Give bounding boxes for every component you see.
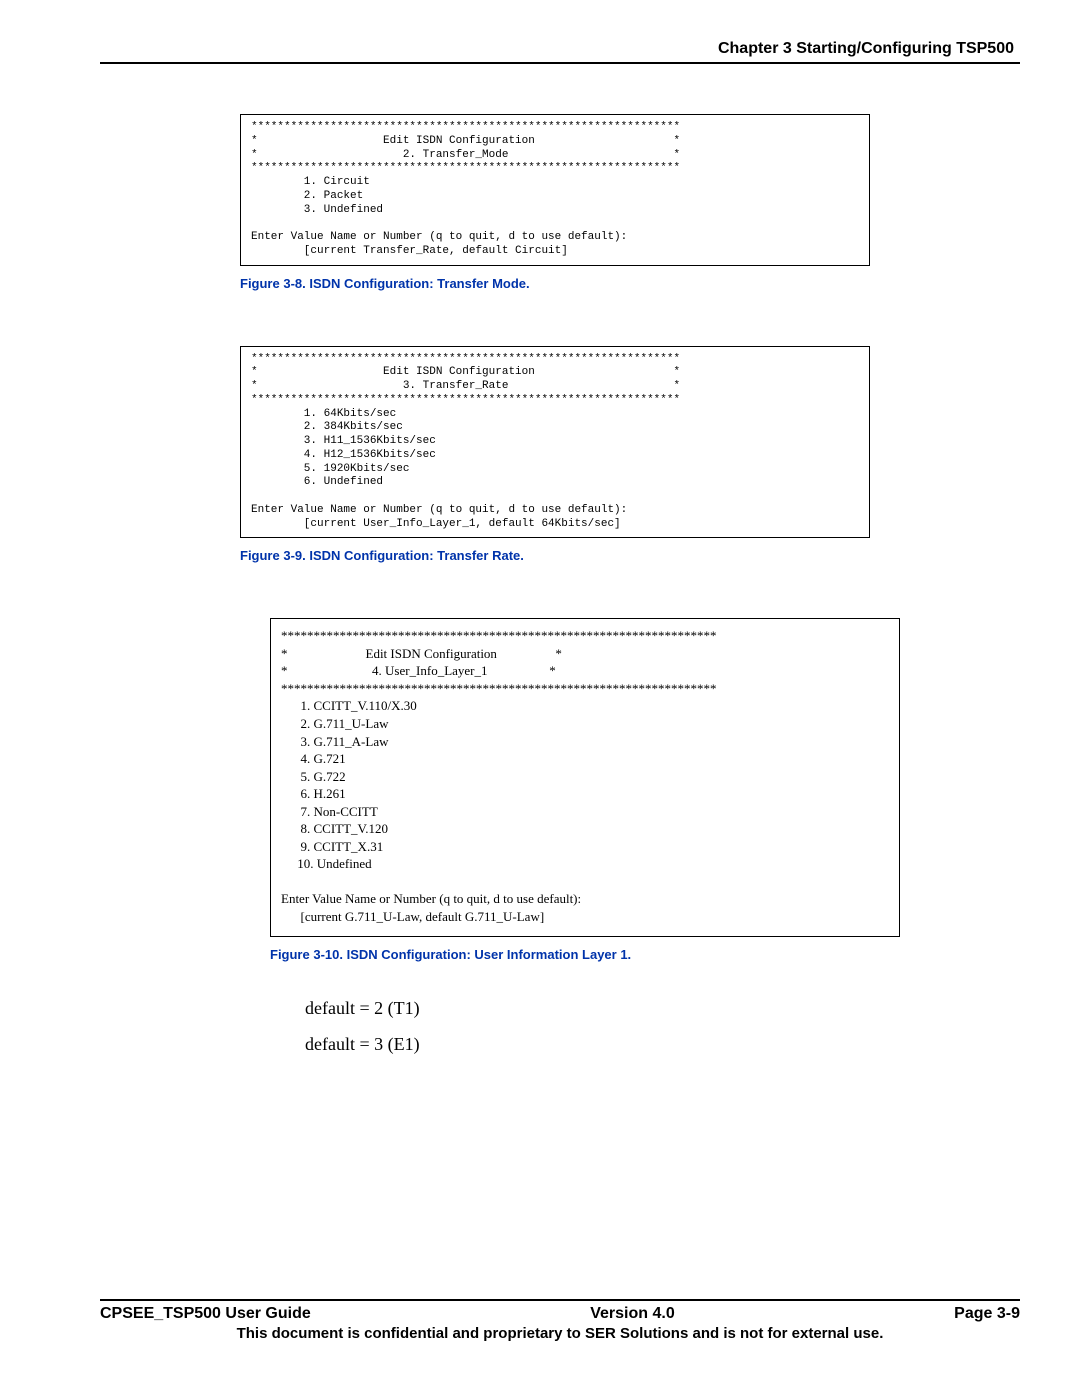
footer-confidential: This document is confidential and propri… — [100, 1325, 1020, 1342]
header-rule — [100, 62, 1020, 64]
figure-3-9: ****************************************… — [240, 346, 870, 564]
default-e1: default = 3 (E1) — [305, 1026, 1020, 1062]
chapter-header: Chapter 3 Starting/Configuring TSP500 — [100, 40, 1020, 58]
footer-version: Version 4.0 — [590, 1305, 675, 1323]
caption-figure-3-10: Figure 3-10. ISDN Configuration: User In… — [270, 947, 1020, 962]
figure-3-8: ****************************************… — [240, 114, 870, 291]
footer-page-number: Page 3-9 — [954, 1305, 1020, 1323]
console-user-info-layer: ****************************************… — [270, 618, 900, 936]
default-t1: default = 2 (T1) — [305, 990, 1020, 1026]
footer-rule — [100, 1299, 1020, 1301]
page: Chapter 3 Starting/Configuring TSP500 **… — [0, 0, 1080, 1397]
console-transfer-mode: ****************************************… — [240, 114, 870, 266]
footer-doc-title: CPSEE_TSP500 User Guide — [100, 1305, 311, 1323]
caption-figure-3-8: Figure 3-8. ISDN Configuration: Transfer… — [240, 276, 870, 291]
page-footer: CPSEE_TSP500 User Guide Version 4.0 Page… — [100, 1299, 1020, 1342]
console-transfer-rate: ****************************************… — [240, 346, 870, 539]
default-notes: default = 2 (T1) default = 3 (E1) — [305, 990, 1020, 1062]
figure-3-10: ****************************************… — [100, 618, 1020, 961]
caption-figure-3-9: Figure 3-9. ISDN Configuration: Transfer… — [240, 548, 870, 563]
